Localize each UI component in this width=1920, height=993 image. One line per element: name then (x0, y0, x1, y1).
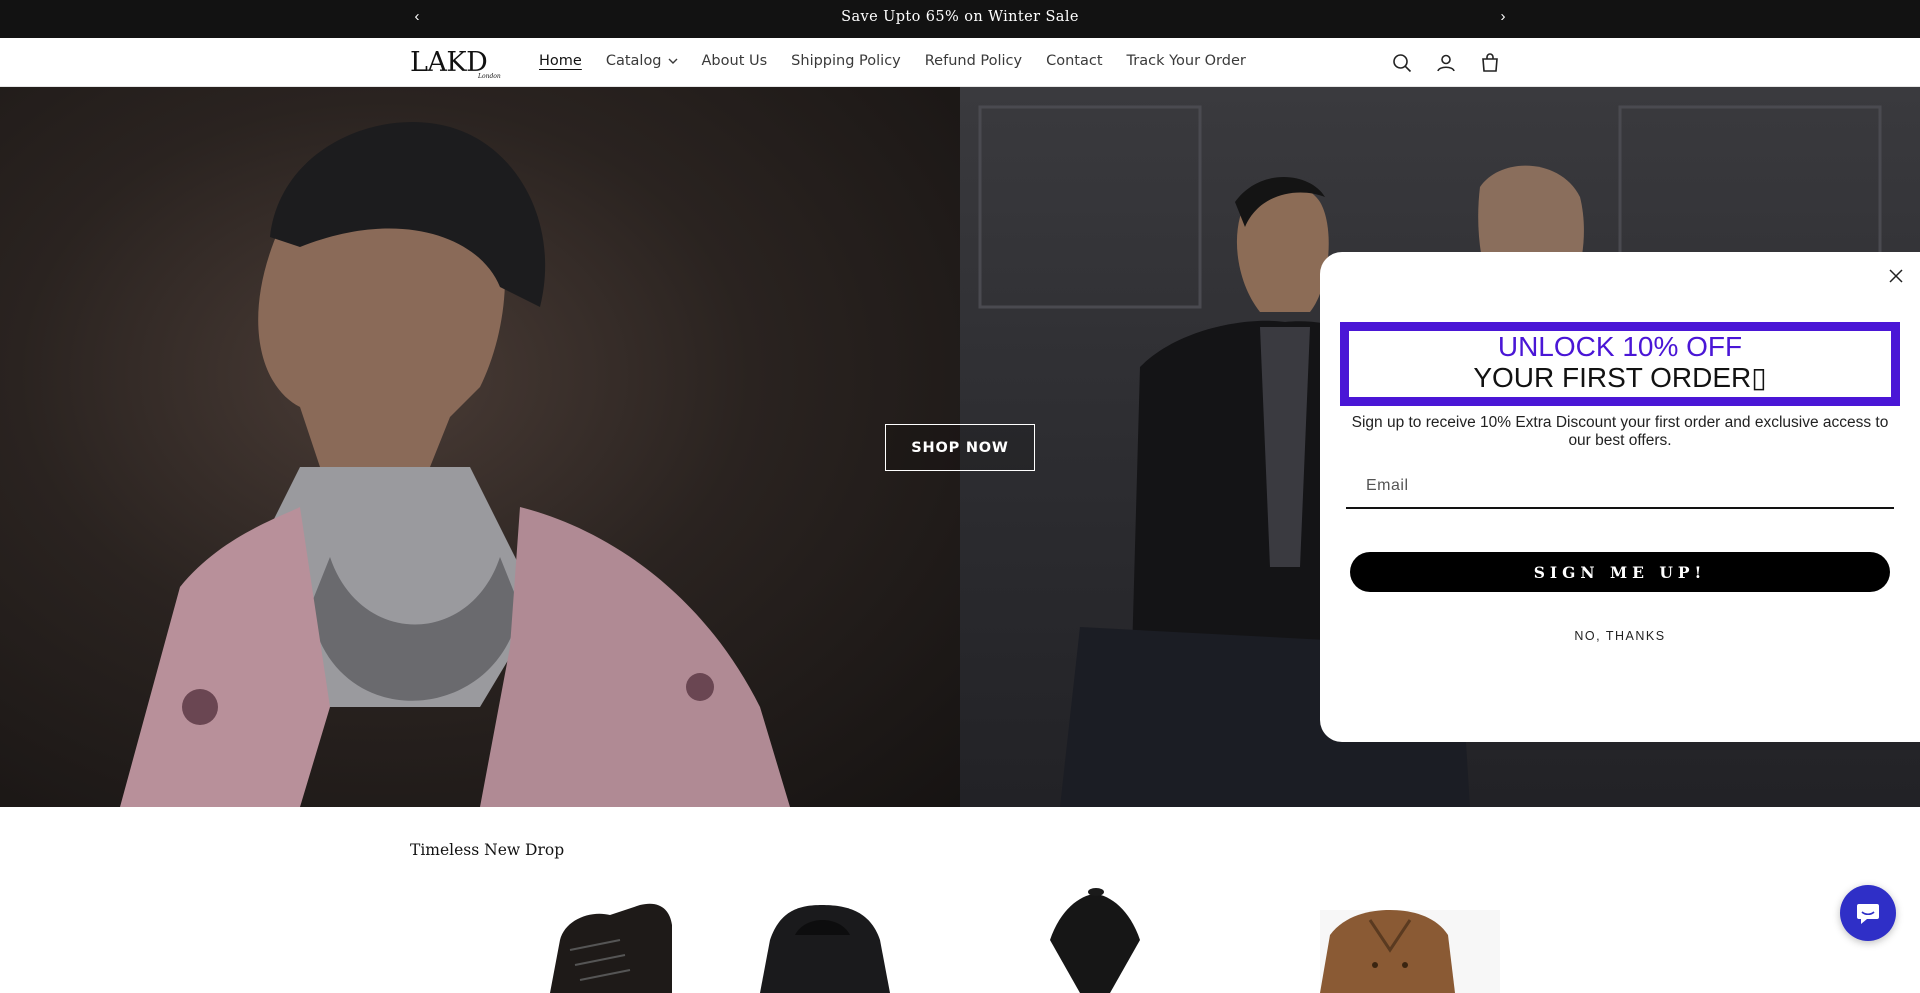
nav-shipping-policy[interactable]: Shipping Policy (791, 53, 901, 69)
site-header: LAKD London Home Catalog About Us Shippi… (0, 38, 1920, 87)
no-thanks-link[interactable]: NO, THANKS (1320, 629, 1920, 643)
promo-headline-box: UNLOCK 10% OFF YOUR FIRST ORDER▯ (1340, 322, 1900, 406)
chat-bubble-icon[interactable] (1840, 885, 1896, 941)
close-icon[interactable] (1884, 264, 1908, 288)
nav-refund-policy[interactable]: Refund Policy (925, 53, 1022, 69)
shop-now-button[interactable]: SHOP NOW (885, 424, 1035, 471)
nav-track-your-order[interactable]: Track Your Order (1127, 53, 1246, 69)
chevron-right-icon[interactable]: › (1493, 8, 1513, 25)
account-icon[interactable] (1434, 51, 1458, 75)
logo-subtext: London (478, 73, 501, 80)
store-logo[interactable]: LAKD London (410, 47, 501, 80)
chevron-down-icon (668, 53, 678, 69)
nav-catalog[interactable]: Catalog (606, 53, 678, 69)
nav-catalog-label: Catalog (605, 53, 662, 69)
nav-home[interactable]: Home (539, 53, 582, 69)
popup-description: Sign up to receive 10% Extra Discount yo… (1351, 414, 1889, 449)
search-icon[interactable] (1390, 51, 1414, 75)
promo-headline-line2: YOUR FIRST ORDER▯ (1473, 362, 1767, 393)
product-image-hoodie[interactable] (760, 905, 890, 993)
main-nav: Home Catalog About Us Shipping Policy Re… (539, 53, 1270, 69)
announcement-message: Save Upto 65% on Winter Sale (841, 9, 1079, 25)
product-thumbnails (550, 888, 1500, 993)
header-icons (1390, 51, 1502, 75)
signup-popup: UNLOCK 10% OFF YOUR FIRST ORDER▯ Sign up… (1320, 252, 1920, 742)
section-title: Timeless New Drop (410, 841, 565, 859)
announcement-bar: ‹ Save Upto 65% on Winter Sale › (0, 0, 1920, 38)
product-image-dress[interactable] (1050, 888, 1140, 993)
nav-about-us[interactable]: About Us (702, 53, 768, 69)
email-input[interactable] (1346, 464, 1894, 509)
logo-text: LAKD (410, 47, 488, 78)
promo-headline-line1: UNLOCK 10% OFF (1497, 331, 1743, 362)
cart-icon[interactable] (1478, 51, 1502, 75)
nav-contact[interactable]: Contact (1046, 53, 1102, 69)
sign-me-up-button[interactable]: SIGN ME UP! (1350, 552, 1890, 592)
product-row (0, 880, 1920, 993)
product-image-leather-jacket[interactable] (1320, 910, 1500, 993)
product-image-boots[interactable] (550, 903, 672, 993)
